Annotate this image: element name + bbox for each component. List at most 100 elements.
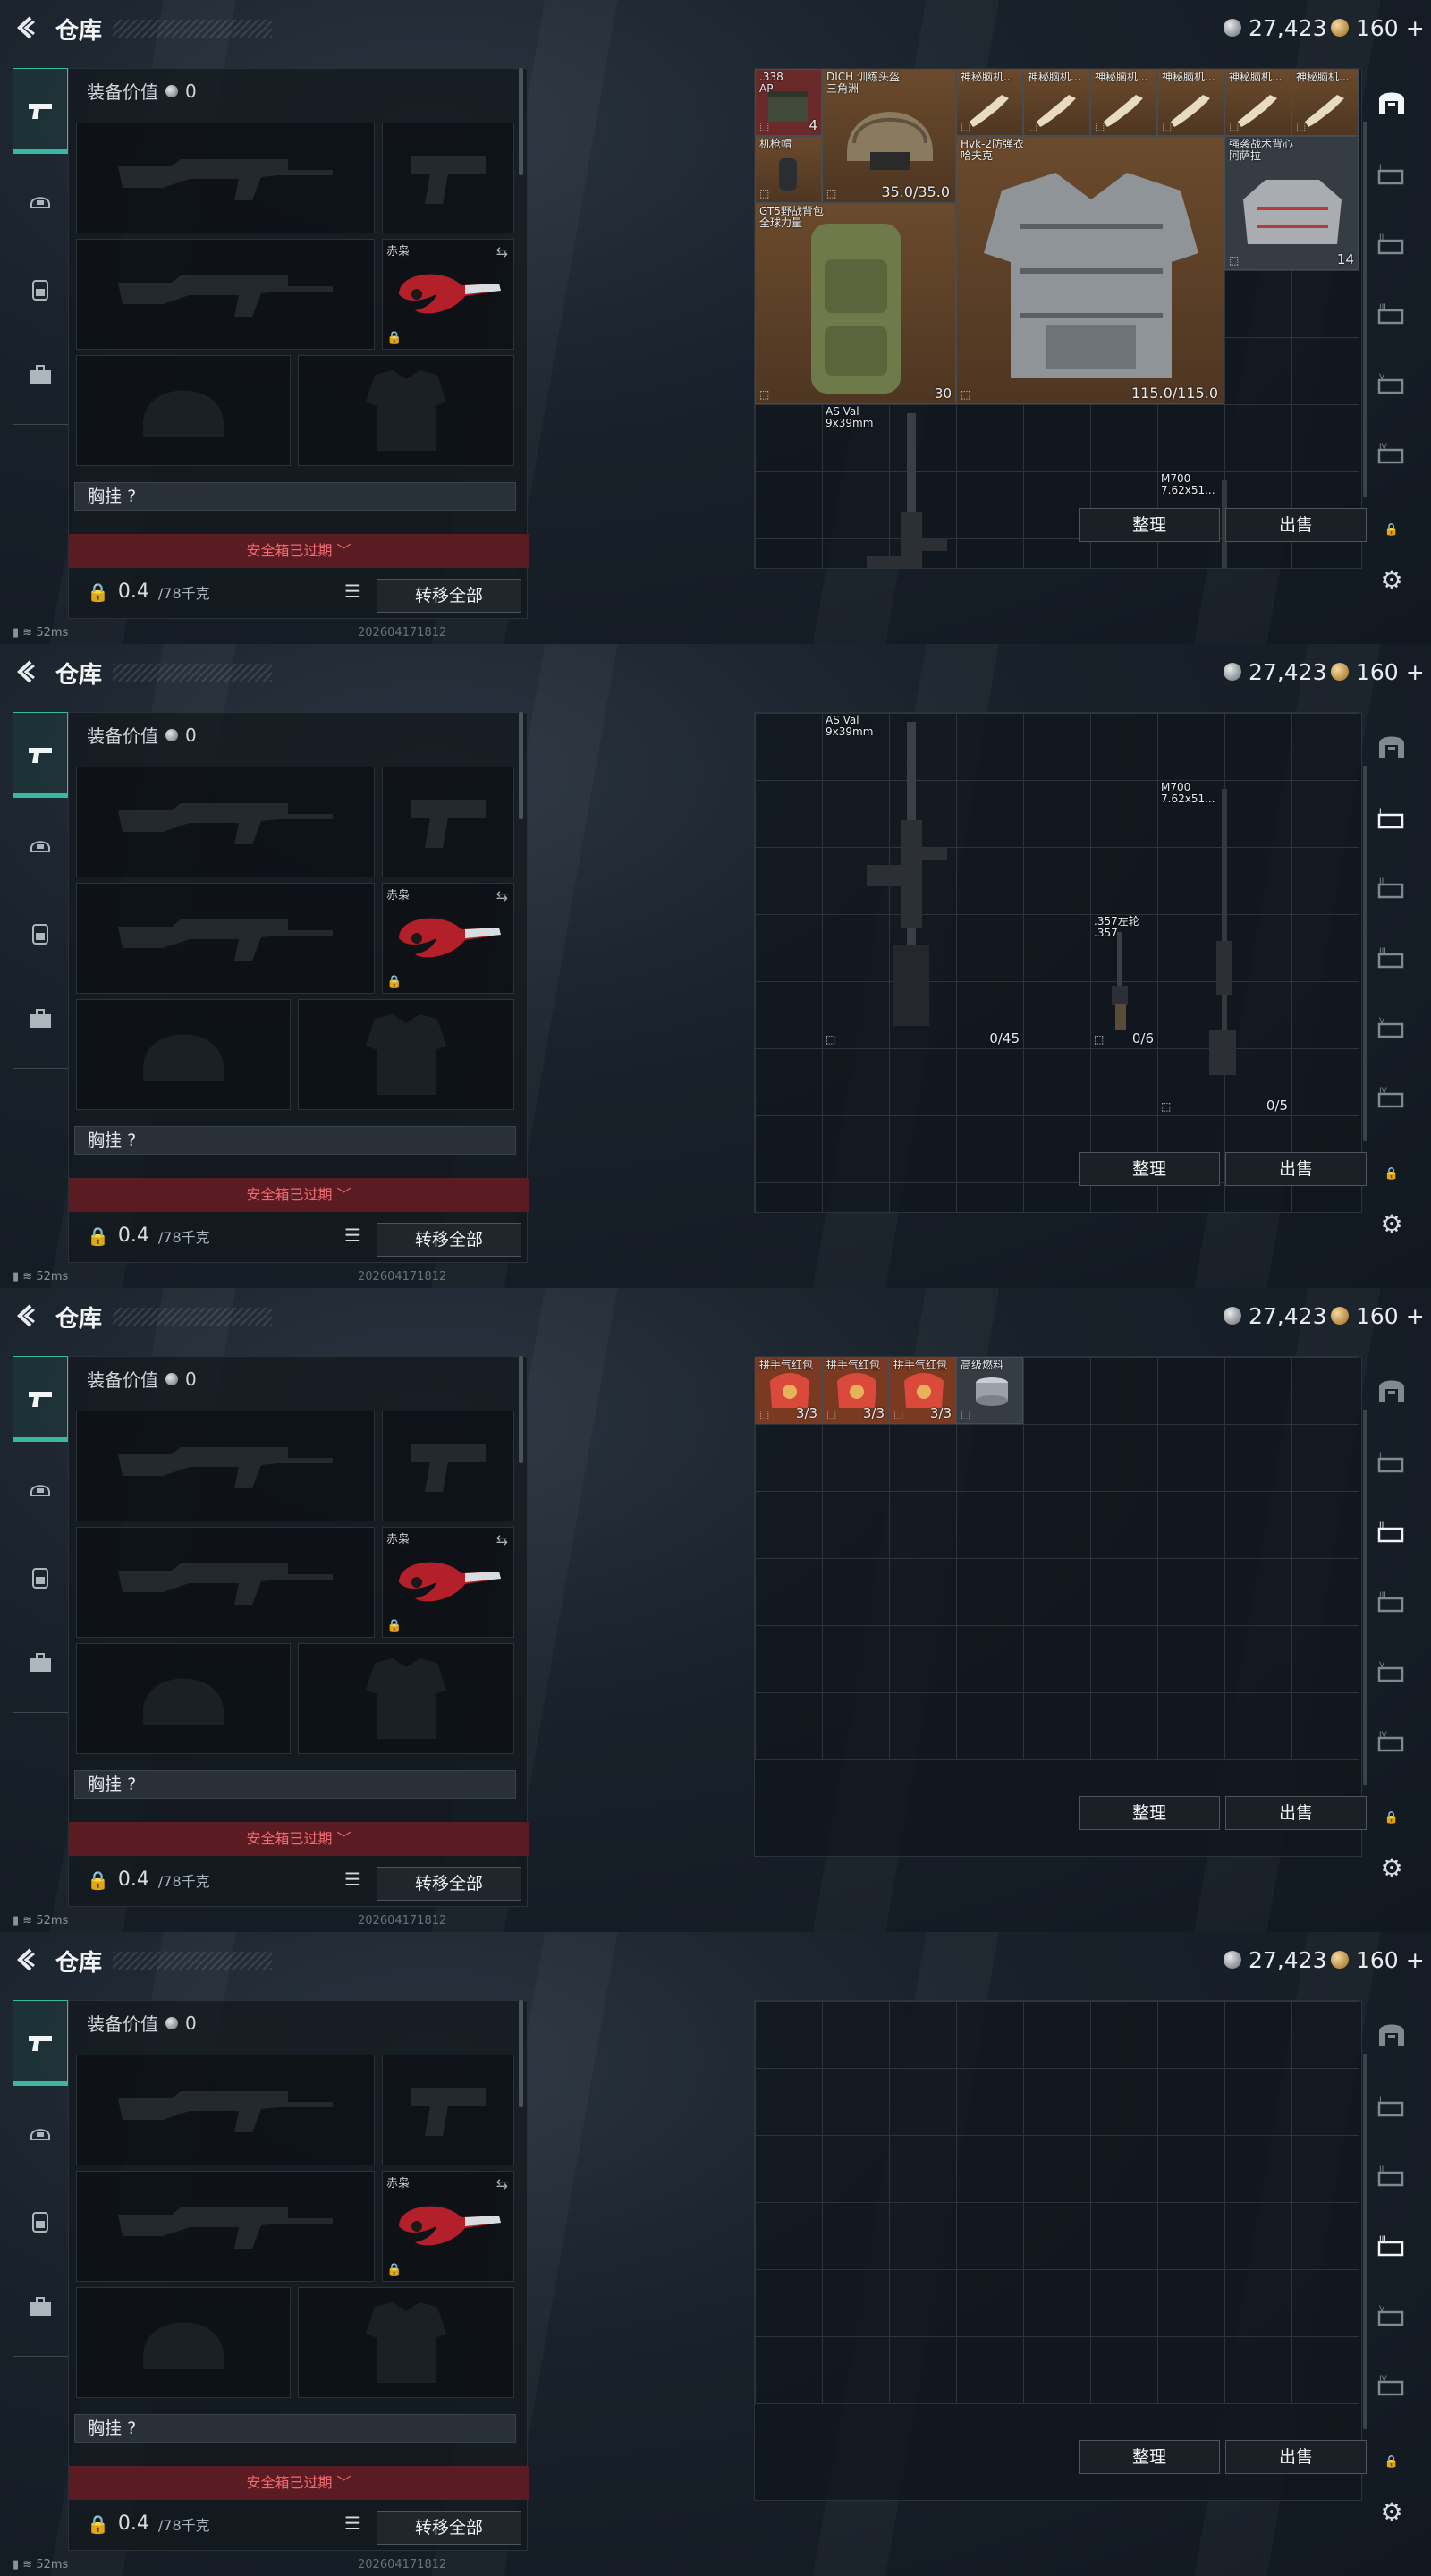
stash-item[interactable]: 神秘脑机... ⬚ — [1157, 69, 1224, 136]
tab-backpack[interactable] — [13, 905, 68, 961]
stash-item[interactable]: 神秘脑机... ⬚ — [1090, 69, 1157, 136]
category-page-3[interactable]: III — [1372, 937, 1411, 977]
gear-icon[interactable]: ⚙ — [1372, 1204, 1411, 1243]
helmet-slot[interactable] — [76, 999, 291, 1110]
stash-item[interactable]: M700 7.62x51... 0/5 ⬚ — [1157, 780, 1291, 1115]
melee-slot[interactable]: 赤枭 ⇆ 🔒 — [382, 2171, 514, 2282]
secondary-weapon-slot[interactable] — [76, 239, 375, 350]
body-armor-slot[interactable] — [298, 999, 514, 1110]
list-icon[interactable]: ☰ — [344, 1224, 360, 1246]
pistol-slot[interactable] — [382, 1411, 514, 1521]
stash-item[interactable]: 神秘脑机... ⬚ — [1224, 69, 1291, 136]
safebox-expired-banner[interactable]: 安全箱已过期 ﹀ — [69, 2466, 529, 2500]
category-all[interactable] — [1372, 82, 1411, 122]
tab-armor[interactable] — [13, 1462, 68, 1517]
gold-currency[interactable]: 160 + — [1331, 14, 1425, 41]
category-page-1[interactable]: I — [1372, 798, 1411, 837]
tab-weapons[interactable] — [13, 712, 68, 798]
secondary-weapon-slot[interactable] — [76, 2171, 375, 2282]
category-page-4[interactable]: V — [1372, 1007, 1411, 1046]
safebox-expired-banner[interactable]: 安全箱已过期 ﹀ — [69, 1822, 529, 1856]
gold-currency[interactable]: 160 + — [1331, 1946, 1425, 1973]
stash-item[interactable]: 拼手气红包 3/3 ⬚ — [755, 1357, 822, 1424]
category-page-2[interactable]: II — [1372, 1512, 1411, 1551]
category-page-3[interactable]: III — [1372, 2225, 1411, 2265]
category-page-2[interactable]: II — [1372, 868, 1411, 907]
chest-rig-slot[interactable]: 胸挂 ? — [74, 482, 516, 511]
list-icon[interactable]: ☰ — [344, 2512, 360, 2534]
primary-weapon-slot[interactable] — [76, 2055, 375, 2165]
category-all[interactable] — [1372, 1370, 1411, 1410]
stash-item[interactable]: .357左轮 .357 0/6 ⬚ — [1090, 914, 1157, 1048]
list-icon[interactable]: ☰ — [344, 1868, 360, 1890]
tab-case[interactable] — [13, 347, 68, 402]
chest-rig-slot[interactable]: 胸挂 ? — [74, 1126, 516, 1155]
category-page-2[interactable]: II — [1372, 2156, 1411, 2195]
category-page-4[interactable]: V — [1372, 363, 1411, 402]
primary-weapon-slot[interactable] — [76, 123, 375, 233]
add-currency-plus[interactable]: + — [1406, 1947, 1425, 1973]
add-currency-plus[interactable]: + — [1406, 1303, 1425, 1329]
gear-icon[interactable]: ⚙ — [1372, 1848, 1411, 1887]
category-page-4[interactable]: V — [1372, 1651, 1411, 1690]
tab-armor[interactable] — [13, 818, 68, 873]
stash-item[interactable]: 神秘脑机... ⬚ — [956, 69, 1023, 136]
melee-slot[interactable]: 赤枭 ⇆ 🔒 — [382, 883, 514, 994]
safebox-expired-banner[interactable]: 安全箱已过期 ﹀ — [69, 1178, 529, 1212]
category-all[interactable] — [1372, 726, 1411, 766]
sort-button[interactable]: 整理 — [1079, 2440, 1220, 2474]
tab-armor[interactable] — [13, 174, 68, 229]
sell-button[interactable]: 出售 — [1225, 1796, 1367, 1830]
tab-case[interactable] — [13, 2279, 68, 2334]
back-arrow-icon[interactable] — [13, 1302, 39, 1329]
stash-item[interactable]: 神秘脑机... ⬚ — [1023, 69, 1090, 136]
category-page-5[interactable]: IV — [1372, 2365, 1411, 2404]
category-scrollbar[interactable] — [1363, 122, 1367, 497]
equipment-scrollbar[interactable] — [519, 2000, 523, 2107]
back-arrow-icon[interactable] — [13, 658, 39, 685]
category-page-2[interactable]: II — [1372, 224, 1411, 263]
tab-weapons[interactable] — [13, 68, 68, 154]
category-page-5[interactable]: IV — [1372, 1721, 1411, 1760]
melee-slot[interactable]: 赤枭 ⇆ 🔒 — [382, 1527, 514, 1638]
category-page-3[interactable]: III — [1372, 1581, 1411, 1621]
stash-item[interactable]: GT5野战背包 全球力量 30 ⬚ — [755, 203, 956, 404]
category-page-4[interactable]: V — [1372, 2295, 1411, 2334]
category-scrollbar[interactable] — [1363, 766, 1367, 1141]
category-page-1[interactable]: I — [1372, 1442, 1411, 1481]
tab-backpack[interactable] — [13, 2193, 68, 2249]
transfer-all-button[interactable]: 转移全部 — [377, 1223, 521, 1257]
sort-button[interactable]: 整理 — [1079, 1796, 1220, 1830]
helmet-slot[interactable] — [76, 1643, 291, 1754]
chest-rig-slot[interactable]: 胸挂 ? — [74, 1770, 516, 1799]
gold-currency[interactable]: 160 + — [1331, 1302, 1425, 1329]
sell-button[interactable]: 出售 — [1225, 1152, 1367, 1186]
gear-icon[interactable]: ⚙ — [1372, 560, 1411, 599]
sell-button[interactable]: 出售 — [1225, 508, 1367, 542]
helmet-slot[interactable] — [76, 2287, 291, 2398]
category-all[interactable] — [1372, 2014, 1411, 2054]
category-page-1[interactable]: I — [1372, 2086, 1411, 2125]
sort-button[interactable]: 整理 — [1079, 508, 1220, 542]
stash-item[interactable]: Hvk-2防弹衣 哈夫克 115.0/115.0 ⬚ — [956, 136, 1224, 404]
gear-icon[interactable]: ⚙ — [1372, 2492, 1411, 2531]
transfer-all-button[interactable]: 转移全部 — [377, 579, 521, 613]
melee-slot[interactable]: 赤枭 ⇆ 🔒 — [382, 239, 514, 350]
add-currency-plus[interactable]: + — [1406, 15, 1425, 41]
pistol-slot[interactable] — [382, 123, 514, 233]
body-armor-slot[interactable] — [298, 2287, 514, 2398]
stash-item[interactable]: AS Val 9x39mm 0/45 ⬚ — [822, 713, 1023, 1048]
tab-backpack[interactable] — [13, 1549, 68, 1605]
stash-item[interactable]: 强袭战术背心 阿萨拉 14 ⬚ — [1224, 136, 1359, 270]
category-page-5[interactable]: IV — [1372, 1077, 1411, 1116]
tab-armor[interactable] — [13, 2106, 68, 2161]
secondary-weapon-slot[interactable] — [76, 883, 375, 994]
chest-rig-slot[interactable]: 胸挂 ? — [74, 2414, 516, 2443]
primary-weapon-slot[interactable] — [76, 767, 375, 877]
equipment-scrollbar[interactable] — [519, 68, 523, 175]
stash-item[interactable]: .338 AP 4 ⬚ — [755, 69, 822, 136]
secondary-weapon-slot[interactable] — [76, 1527, 375, 1638]
transfer-all-button[interactable]: 转移全部 — [377, 2511, 521, 2545]
transfer-all-button[interactable]: 转移全部 — [377, 1867, 521, 1901]
add-currency-plus[interactable]: + — [1406, 659, 1425, 685]
